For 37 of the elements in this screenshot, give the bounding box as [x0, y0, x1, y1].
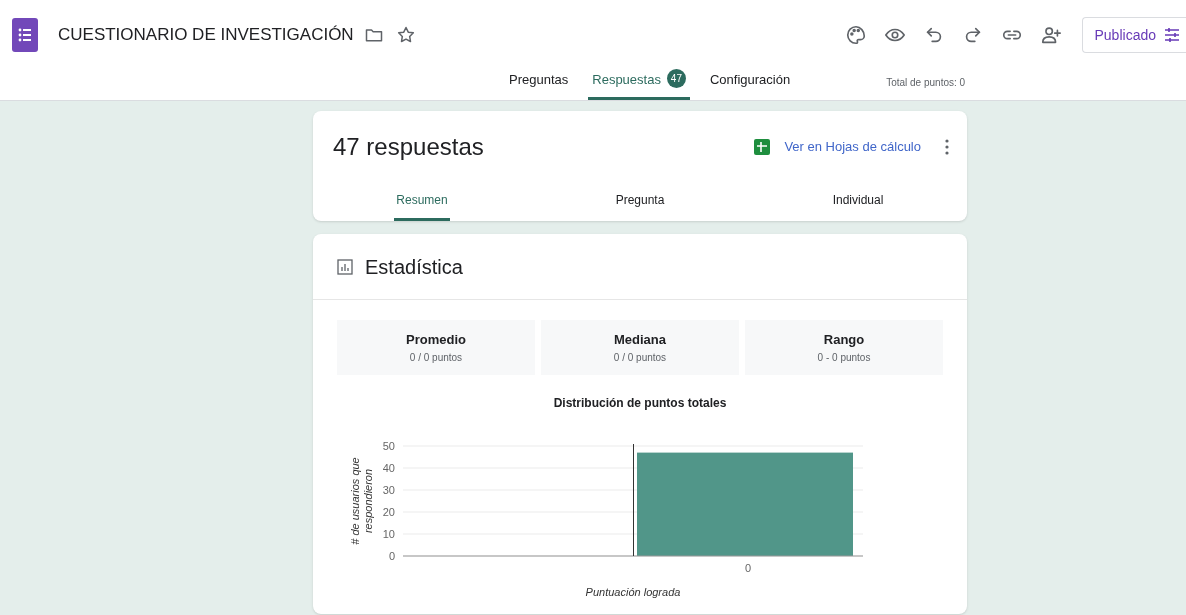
summary-tab[interactable]: Individual: [830, 181, 886, 221]
sheets-link[interactable]: Ver en Hojas de cálculo: [784, 137, 921, 157]
summary-tab[interactable]: Pregunta: [613, 181, 667, 221]
count-badge: 47: [666, 69, 686, 88]
y-tick-label: 40: [382, 462, 395, 474]
publish-button[interactable]: Publicado: [1081, 17, 1186, 53]
tab[interactable]: Configuración: [705, 70, 795, 100]
y-tick-label: 50: [382, 440, 395, 452]
y-tick-label: 30: [382, 484, 395, 496]
form-title[interactable]: CUESTIONARIO DE INVESTIGACIÓN: [58, 22, 354, 48]
more-options-icon[interactable]: [945, 139, 949, 155]
sliders-icon: [1164, 27, 1180, 43]
spreadsheet-icon[interactable]: [754, 139, 771, 155]
stat-value: 0 / 0 puntos: [409, 350, 463, 365]
stat-value: 0 / 0 puntos: [613, 350, 667, 365]
statistics-title: Estadística: [365, 254, 463, 280]
tab[interactable]: Preguntas: [505, 70, 573, 100]
palette-icon[interactable]: [844, 24, 867, 46]
total-points: Total de puntos: 0: [886, 76, 966, 90]
y-tick-label: 10: [382, 528, 395, 540]
tab[interactable]: Respuestas 47: [588, 70, 690, 100]
chart-icon: [337, 258, 353, 275]
add-person-icon[interactable]: [1039, 24, 1062, 46]
stat-label: Promedio: [406, 331, 466, 350]
x-tick-label: 0: [744, 562, 752, 574]
y-tick-label: 0: [388, 550, 395, 562]
chart-title: Distribución de puntos totales: [552, 395, 728, 412]
forms-logo[interactable]: [12, 18, 38, 52]
stat-value: 0 - 0 puntos: [817, 350, 871, 365]
summary-tab[interactable]: Resumen: [394, 181, 450, 221]
star-icon[interactable]: [395, 25, 416, 45]
x-axis-title: Puntuación lograda: [585, 586, 681, 598]
stat-label: Mediana: [614, 331, 666, 350]
stat-label: Rango: [823, 331, 865, 350]
y-axis-title: # de usuarios que respondieron: [349, 457, 374, 545]
responses-title: 47 respuestas: [333, 132, 484, 162]
y-tick-label: 20: [382, 506, 395, 518]
